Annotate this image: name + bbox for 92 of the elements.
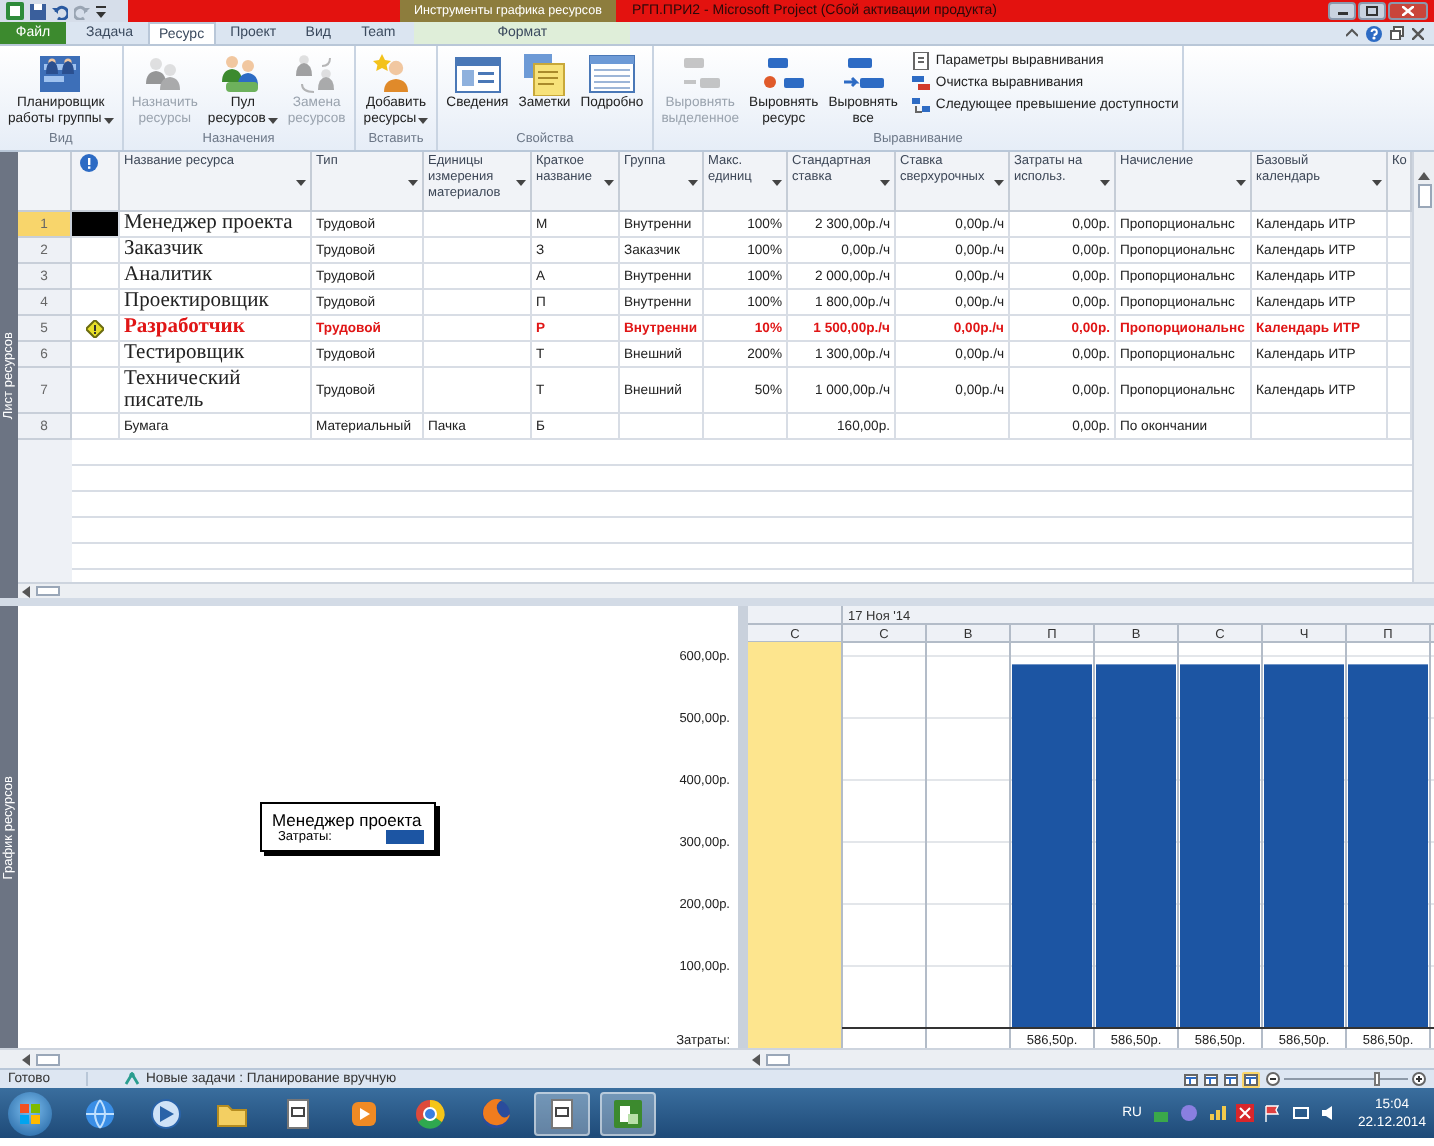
empty-cell xyxy=(424,342,532,368)
table-cell: Менеджер проекта xyxy=(120,212,312,238)
view-button[interactable] xyxy=(1242,1071,1260,1087)
caret-icon xyxy=(994,180,1004,186)
legend-title: Менеджер проекта xyxy=(272,810,424,830)
scrollbar-thumb[interactable] xyxy=(35,1053,60,1065)
legend-swatch xyxy=(386,830,424,844)
caret-icon xyxy=(1372,180,1382,186)
save-icon[interactable] xyxy=(30,3,46,19)
close-button[interactable] xyxy=(1388,2,1428,20)
table-cell: Аналитик xyxy=(120,264,312,290)
view-icon xyxy=(1224,1073,1238,1085)
table-cell: Заказчик xyxy=(120,238,312,264)
scroll-left-icon xyxy=(21,1053,30,1065)
flag-icon[interactable] xyxy=(1263,1104,1282,1122)
maximize-icon xyxy=(1366,6,1378,16)
undo-icon[interactable] xyxy=(52,3,68,19)
start-button[interactable] xyxy=(8,1091,52,1135)
info-icon xyxy=(80,154,98,172)
caret-icon xyxy=(772,180,782,186)
signal-icon[interactable] xyxy=(1207,1104,1226,1122)
shield-icon[interactable] xyxy=(1235,1104,1254,1122)
clear-icon xyxy=(911,74,930,92)
table-cell: Технический писатель xyxy=(120,368,312,414)
taskbar-button[interactable] xyxy=(600,1091,656,1135)
customize-icon[interactable] xyxy=(96,5,106,17)
caret-icon xyxy=(516,180,526,186)
empty-cell xyxy=(424,368,532,414)
view-icon xyxy=(1244,1073,1258,1085)
scrollbar-thumb[interactable] xyxy=(36,586,60,596)
options-icon xyxy=(911,52,930,70)
close-icon[interactable] xyxy=(1412,27,1424,39)
project-icon xyxy=(610,1095,646,1131)
maximize-button[interactable] xyxy=(1358,2,1386,20)
empty-cell xyxy=(424,264,532,290)
minimize-icon xyxy=(1337,6,1347,16)
empty-cell xyxy=(424,290,532,316)
note-icon xyxy=(520,52,569,96)
collapse-ribbon-icon[interactable] xyxy=(1346,28,1358,38)
wheel-icon xyxy=(412,1095,448,1131)
scrollbar-thumb[interactable] xyxy=(1417,184,1431,208)
empty-cell xyxy=(424,238,532,264)
app-icon[interactable] xyxy=(6,2,24,20)
next-icon xyxy=(911,96,930,114)
empty-cell xyxy=(1252,414,1388,440)
empty-cell xyxy=(620,414,704,440)
caret-icon xyxy=(688,180,698,186)
minimize-button[interactable] xyxy=(1328,2,1356,20)
caret-icon xyxy=(296,180,306,186)
empty-cell xyxy=(704,414,788,440)
team-board-icon xyxy=(36,52,85,96)
scroll-left-icon xyxy=(22,585,30,597)
column-header[interactable] xyxy=(72,152,120,212)
view-icon xyxy=(1204,1073,1218,1085)
view-button[interactable] xyxy=(1202,1071,1220,1087)
view-button[interactable] xyxy=(1182,1071,1200,1087)
caret-icon xyxy=(408,180,418,186)
scrollbar[interactable] xyxy=(18,582,1434,598)
scrollbar-thumb[interactable] xyxy=(765,1053,790,1065)
scroll-left-icon xyxy=(751,1053,760,1065)
scrollbar[interactable] xyxy=(1412,152,1434,582)
caret-icon xyxy=(1100,180,1110,186)
card-icon xyxy=(453,52,502,96)
table-icon xyxy=(587,52,636,96)
caret-icon xyxy=(418,117,429,123)
caret-icon xyxy=(267,117,278,123)
empty-cell xyxy=(896,414,1010,440)
taskbar-button[interactable] xyxy=(534,1091,590,1135)
caret-icon xyxy=(103,117,114,123)
table-cell: Тестировщик xyxy=(120,342,312,368)
volume-icon[interactable] xyxy=(1319,1104,1336,1122)
empty-cell xyxy=(424,212,532,238)
zoom-thumb[interactable] xyxy=(1374,1072,1380,1086)
flame-icon xyxy=(478,1095,514,1131)
view-button[interactable] xyxy=(1222,1071,1240,1087)
restore-icon[interactable] xyxy=(1390,26,1404,40)
view-icon xyxy=(1184,1073,1198,1085)
windows-logo-icon xyxy=(20,1103,40,1123)
table-cell: Разработчик xyxy=(120,316,312,342)
monitor-icon[interactable] xyxy=(1291,1104,1310,1122)
empty-cell xyxy=(424,316,532,342)
caret-icon xyxy=(604,180,614,186)
zoom-out-icon[interactable] xyxy=(1266,1072,1280,1086)
help-icon[interactable] xyxy=(1366,25,1382,41)
caret-icon xyxy=(880,180,890,186)
media-icon xyxy=(148,1095,184,1131)
table-cell: Проектировщик xyxy=(120,290,312,316)
zoom-in-icon[interactable] xyxy=(1412,1072,1426,1086)
scroll-up-icon xyxy=(1418,172,1430,180)
caret-icon xyxy=(1236,180,1246,186)
close-icon xyxy=(1402,6,1414,16)
globe-icon xyxy=(82,1095,118,1131)
